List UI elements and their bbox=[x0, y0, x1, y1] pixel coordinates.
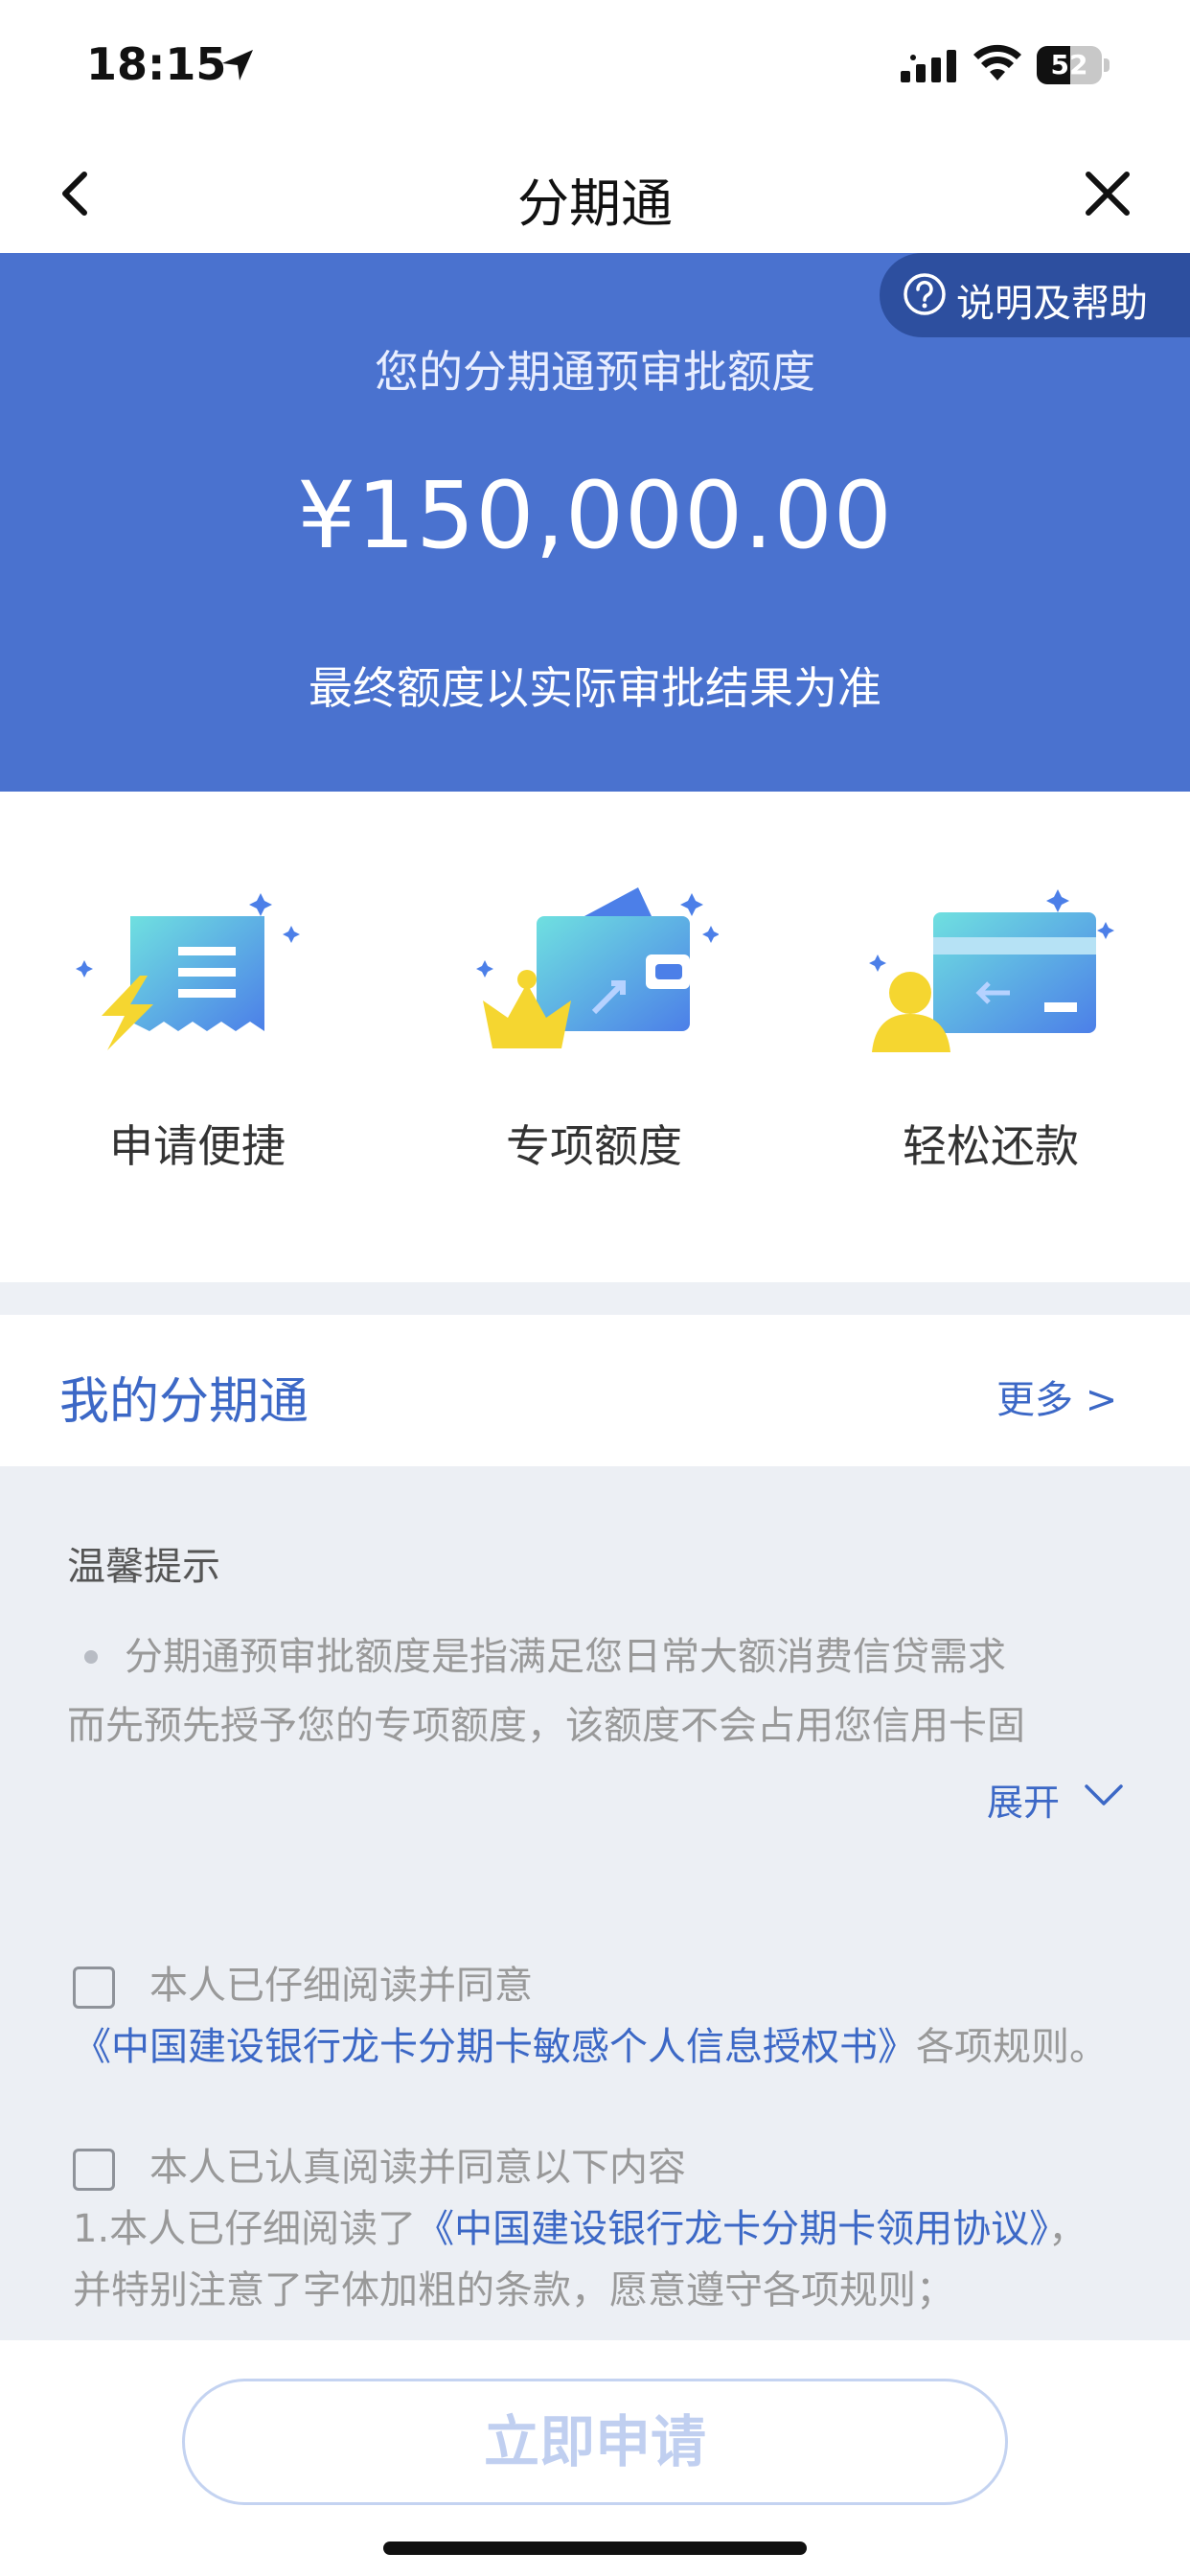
tips-title: 温馨提示 bbox=[67, 1545, 220, 1589]
credit-limit-banner: 说明及帮助 您的分期通预审批额度 ¥150,000.00 最终额度以实际审批结果… bbox=[0, 253, 1190, 792]
my-installments-title: 我的分期通 bbox=[59, 1373, 309, 1431]
credit-limit-label: 您的分期通预审批额度 bbox=[375, 346, 815, 398]
agreement-prefix: 本人已仔细阅读并同意 bbox=[149, 1964, 533, 2008]
status-bar: 18:15 52 bbox=[0, 0, 1190, 134]
agreement-text-privacy: 本人已仔细阅读并同意 bbox=[73, 1955, 1117, 2016]
feature-label: 专项额度 bbox=[506, 1120, 682, 1172]
cellular-signal-icon bbox=[901, 50, 956, 82]
credit-limit-note: 最终额度以实际审批结果为准 bbox=[309, 662, 881, 714]
wallet-crown-icon bbox=[476, 887, 719, 1048]
expand-button[interactable]: 展开 bbox=[987, 1773, 1060, 1826]
feature-item-easy-repay: 轻松还款 bbox=[847, 887, 1134, 1204]
receipt-lightning-icon bbox=[76, 893, 300, 1050]
section-divider bbox=[0, 1282, 1190, 1315]
feature-list: 申请便捷 专项额度 轻松还款 bbox=[0, 792, 1190, 1282]
nav-bar: 分期通 bbox=[0, 134, 1190, 253]
tips-text-line: 分期通预审批额度是指满足您日常大额消费信贷需求 bbox=[125, 1635, 1006, 1679]
agreement-item-prefix: 1.本人已仔细阅读了 bbox=[73, 2207, 417, 2251]
bottom-action-bar: 立即申请 bbox=[0, 2340, 1190, 2576]
card-agreement-link[interactable]: 《中国建设银行龙卡分期卡领用协议》 bbox=[416, 2207, 1048, 2251]
question-circle-icon bbox=[904, 273, 946, 315]
close-icon[interactable] bbox=[1079, 165, 1136, 222]
status-time: 18:15 bbox=[86, 38, 227, 90]
wifi-icon bbox=[973, 44, 1021, 80]
agreement-text-terms-cont: 1.本人已仔细阅读了《中国建设银行龙卡分期卡领用协议》，并特别注意了字体加粗的条… bbox=[73, 2198, 1117, 2321]
feature-label: 轻松还款 bbox=[903, 1120, 1079, 1172]
page-title: 分期通 bbox=[517, 173, 673, 234]
tips-section: 温馨提示 分期通预审批额度是指满足您日常大额消费信贷需求 而先预先授予您的专项额… bbox=[0, 1466, 1190, 2340]
feature-label: 申请便捷 bbox=[109, 1120, 286, 1172]
agreement-suffix: 各项规则。 bbox=[916, 2025, 1108, 2069]
feature-item-easy-apply: 申请便捷 bbox=[54, 887, 341, 1204]
apply-now-button[interactable]: 立即申请 bbox=[182, 2379, 1008, 2505]
card-user-icon bbox=[869, 889, 1114, 1052]
more-link[interactable]: 更多 > bbox=[996, 1368, 1117, 1424]
location-arrow-icon bbox=[222, 50, 253, 80]
privacy-authorization-link[interactable]: 《中国建设银行龙卡分期卡敏感个人信息授权书》 bbox=[73, 2025, 916, 2069]
bullet-icon bbox=[84, 1650, 98, 1664]
battery-icon: 52 bbox=[1037, 46, 1110, 84]
help-button[interactable]: 说明及帮助 bbox=[880, 253, 1190, 337]
home-indicator bbox=[383, 2542, 807, 2555]
feature-item-special-limit: 专项额度 bbox=[450, 887, 738, 1204]
chevron-down-icon[interactable] bbox=[1083, 1781, 1125, 1809]
agreement-text-privacy-cont: 《中国建设银行龙卡分期卡敏感个人信息授权书》各项规则。 bbox=[73, 2016, 1117, 2078]
tips-text-line: 而先预先授予您的专项额度，该额度不会占用您信用卡固 bbox=[67, 1704, 1025, 1748]
credit-limit-amount: ¥150,000.00 bbox=[297, 462, 893, 569]
my-installments-row: 我的分期通 更多 > bbox=[0, 1315, 1190, 1466]
battery-level: 52 bbox=[1050, 49, 1088, 80]
agreement-text-terms: 本人已认真阅读并同意以下内容 bbox=[73, 2137, 1117, 2198]
help-label: 说明及帮助 bbox=[956, 282, 1148, 326]
agreement-prefix: 本人已认真阅读并同意以下内容 bbox=[149, 2146, 686, 2190]
